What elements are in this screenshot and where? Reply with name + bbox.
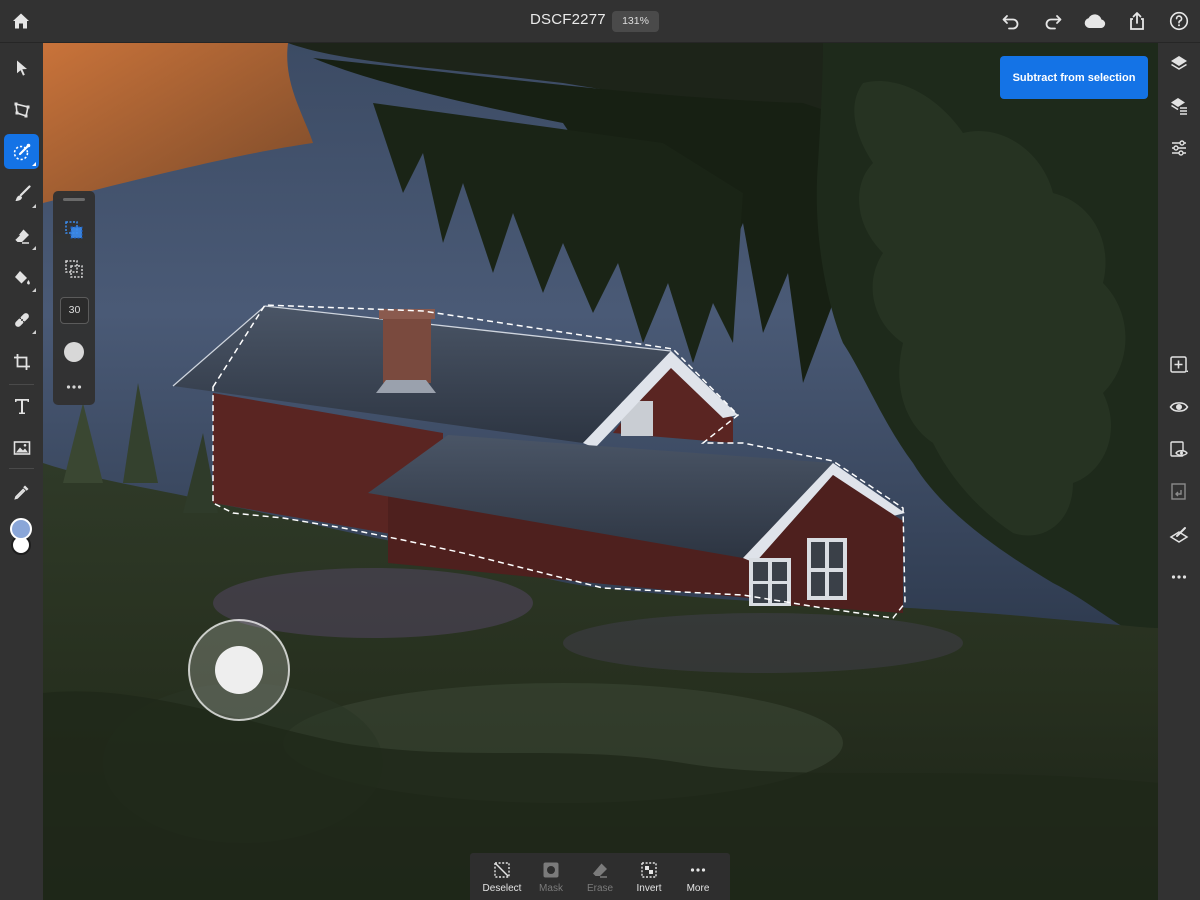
fill-tool[interactable] — [4, 260, 39, 295]
undo-icon[interactable] — [998, 8, 1024, 34]
place-image-tool[interactable] — [4, 430, 39, 465]
erase-label: Erase — [586, 883, 614, 894]
healing-tool[interactable] — [4, 302, 39, 337]
deselect-label: Deselect — [482, 883, 522, 894]
image-canvas[interactable] — [43, 43, 1158, 900]
erase-icon — [576, 860, 624, 880]
mask-label: Mask — [539, 883, 563, 894]
more-label: More — [686, 883, 710, 894]
clipping-icon[interactable] — [1164, 477, 1194, 507]
toolbar-divider — [9, 384, 34, 385]
add-to-selection-icon[interactable] — [60, 216, 88, 244]
add-layer-icon[interactable] — [1164, 350, 1194, 380]
deselect-icon — [478, 860, 526, 880]
visibility-icon[interactable] — [1164, 392, 1194, 422]
submenu-indicator — [32, 162, 36, 166]
layer-effects-icon[interactable] — [1164, 520, 1194, 550]
quick-select-tool[interactable] — [4, 134, 39, 169]
home-icon[interactable] — [8, 8, 34, 34]
layer-properties-icon[interactable] — [1164, 91, 1194, 121]
photo — [43, 43, 1158, 900]
invert-label: Invert — [636, 883, 662, 894]
selection-action-bar: Deselect Mask Erase Invert More — [470, 853, 730, 900]
toolbar-divider — [9, 468, 34, 469]
brush-hardness-icon[interactable] — [60, 338, 88, 366]
touch-shortcut[interactable] — [188, 619, 290, 721]
cloud-icon[interactable] — [1082, 8, 1108, 34]
foreground-color-swatch[interactable] — [10, 518, 32, 540]
left-toolbar — [0, 43, 43, 900]
mask-button[interactable]: Mask — [527, 860, 575, 898]
help-icon[interactable] — [1166, 8, 1192, 34]
mask-icon — [527, 860, 575, 880]
subtract-from-selection-icon[interactable] — [60, 255, 88, 283]
deselect-button[interactable]: Deselect — [478, 860, 526, 898]
adjustments-icon[interactable] — [1164, 133, 1194, 163]
layers-icon[interactable] — [1164, 49, 1194, 79]
redo-icon[interactable] — [1040, 8, 1066, 34]
crop-tool[interactable] — [4, 344, 39, 379]
invert-button[interactable]: Invert — [625, 860, 673, 898]
panel-grip[interactable] — [63, 198, 85, 201]
document-title: DSCF2277 — [530, 11, 606, 28]
type-tool[interactable] — [4, 388, 39, 423]
more-options-icon[interactable] — [60, 373, 88, 401]
submenu-indicator — [32, 204, 36, 208]
eraser-tool[interactable] — [4, 218, 39, 253]
submenu-indicator — [32, 246, 36, 250]
transform-tool[interactable] — [4, 92, 39, 127]
tool-options-panel: 30 — [53, 191, 95, 405]
brush-tool[interactable] — [4, 176, 39, 211]
erase-button[interactable]: Erase — [576, 860, 624, 898]
submenu-indicator — [32, 330, 36, 334]
more-icon — [674, 860, 722, 880]
submenu-indicator — [32, 288, 36, 292]
brush-size-field[interactable]: 30 — [60, 297, 89, 324]
mask-visibility-icon[interactable] — [1164, 435, 1194, 465]
zoom-level[interactable]: 131% — [612, 11, 659, 32]
more-icon[interactable] — [1164, 562, 1194, 592]
share-icon[interactable] — [1124, 8, 1150, 34]
touch-shortcut-knob[interactable] — [215, 646, 263, 694]
subtract-from-selection-button[interactable]: Subtract from selection — [1000, 56, 1148, 99]
more-button[interactable]: More — [674, 860, 722, 898]
move-tool[interactable] — [4, 50, 39, 85]
invert-icon — [625, 860, 673, 880]
right-toolbar — [1158, 43, 1200, 900]
eyedropper-tool[interactable] — [4, 474, 39, 509]
top-bar: DSCF2277 131% — [0, 0, 1200, 43]
